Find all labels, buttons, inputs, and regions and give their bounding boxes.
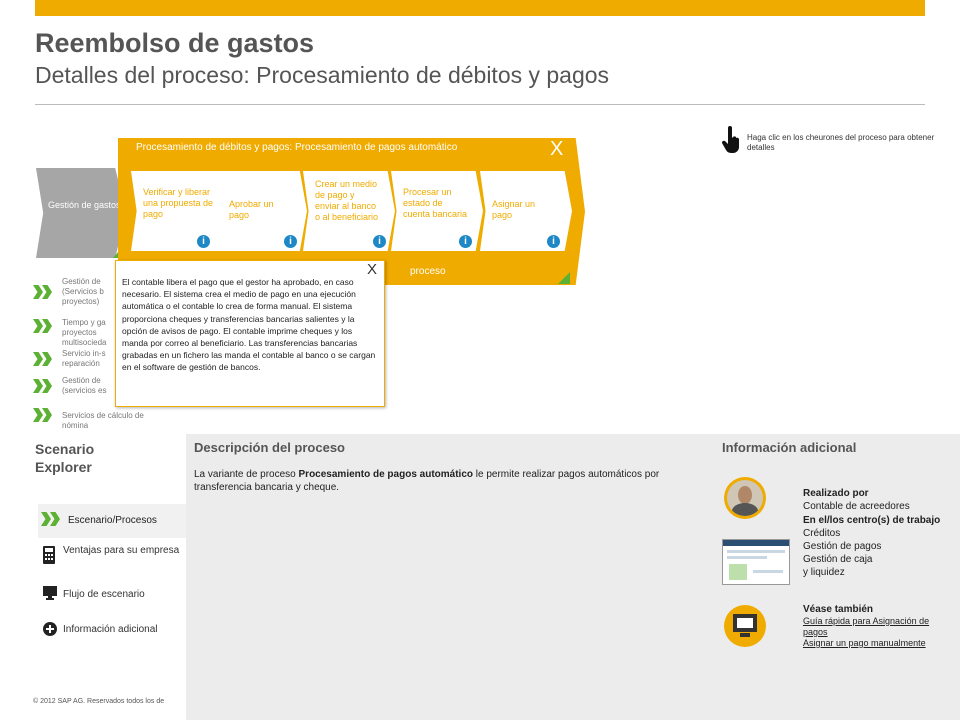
plus-circle-icon	[43, 622, 57, 636]
popup-text: El contable libera el pago que el gestor…	[122, 277, 376, 373]
user-avatar-icon	[724, 477, 766, 519]
menu-escenario-procesos[interactable]: Escenario/Procesos	[38, 504, 186, 538]
double-chevron-icon[interactable]	[33, 352, 53, 366]
menu-flujo[interactable]: Flujo de escenario	[38, 580, 186, 614]
work-centers-label: En el/los centro(s) de trabajo	[803, 515, 941, 526]
additional-info-heading: Información adicional	[722, 440, 857, 455]
info-icon[interactable]: i	[373, 235, 386, 248]
scenario-list-item[interactable]: Tiempo y ga proyectos multisocieda	[62, 318, 114, 348]
performed-by: Realizado por Contable de acreedores	[803, 487, 910, 513]
step-label: Asignar un pago	[492, 199, 536, 220]
description-variant-name: Procesamiento de pagos automático	[298, 469, 474, 480]
see-also-link-asignar[interactable]: Asignar un pago manualmente	[803, 638, 948, 649]
info-icon[interactable]: i	[547, 235, 560, 248]
performed-by-label: Realizado por	[803, 488, 869, 499]
scenario-list-item[interactable]: Servicios de cálculo de nómina	[62, 411, 152, 431]
description-heading: Descripción del proceso	[194, 440, 345, 455]
double-chevron-icon	[41, 512, 61, 526]
double-chevron-icon[interactable]	[33, 319, 53, 333]
header-divider	[35, 104, 925, 105]
copyright-footer: © 2012 SAP AG. Reservados todos los de	[33, 698, 165, 705]
step-label: Aprobar un pago	[229, 199, 274, 220]
description-text-part: La variante de proceso	[194, 469, 299, 480]
menu-info-adicional[interactable]: Información adicional	[38, 614, 186, 648]
panel-close-button[interactable]: X	[550, 138, 563, 161]
work-center-item: Gestión de pagos	[803, 541, 882, 552]
hint-text: Haga clic en los cheurones del proceso p…	[747, 133, 935, 152]
menu-label: Escenario/Procesos	[68, 515, 157, 526]
work-centers: En el/los centro(s) de trabajo Créditos …	[803, 514, 953, 579]
chevron-gestion-gastos[interactable]: Gestión de gastos	[36, 168, 126, 258]
step-label: Crear un medio de pago y enviar al banco…	[315, 179, 379, 222]
hand-pointer-icon	[722, 126, 739, 153]
step-chevron-verificar[interactable]: Verificar y liberar una propuesta de pag…	[131, 171, 225, 251]
chevron-label: Gestión de gastos	[48, 200, 121, 210]
see-also-link-guia[interactable]: Guía rápida para Asignación de pagos	[803, 616, 948, 638]
double-chevron-icon[interactable]	[33, 408, 53, 422]
page-title: Reembolso de gastos	[35, 28, 315, 58]
menu-label: Ventajas para su empresa	[63, 545, 180, 556]
step-label: Procesar un estado de cuenta bancaria	[403, 187, 468, 219]
double-chevron-icon[interactable]	[33, 379, 53, 393]
scenario-list-item[interactable]: Gestión de (Servicios b proyectos)	[62, 277, 114, 307]
see-also-label: Véase también	[803, 604, 874, 615]
monitor-icon	[724, 605, 766, 647]
page-subtitle: Detalles del proceso: Procesamiento de d…	[35, 62, 610, 88]
process-panel-bottom-label: proceso	[410, 266, 446, 277]
work-center-item: Gestión de caja y liquidez	[803, 554, 873, 578]
work-center-item: Créditos	[803, 528, 841, 539]
description-text: La variante de proceso Procesamiento de …	[194, 468, 694, 494]
info-icon[interactable]: i	[284, 235, 297, 248]
info-icon[interactable]: i	[197, 235, 210, 248]
menu-ventajas[interactable]: Ventajas para su empresa	[38, 542, 186, 576]
step-detail-popup: X El contable libera el pago que el gest…	[115, 260, 385, 407]
scenario-list-item[interactable]: Servicio in-s reparación	[62, 349, 114, 369]
calculator-icon	[43, 546, 55, 564]
info-icon[interactable]: i	[459, 235, 472, 248]
monitor-icon	[43, 586, 57, 600]
menu-label: Flujo de escenario	[63, 589, 145, 600]
top-accent-bar	[35, 0, 925, 16]
scenario-list-item[interactable]: Gestión de (servicios es	[62, 376, 114, 396]
process-panel-title: Procesamiento de débitos y pagos: Proces…	[136, 142, 458, 153]
see-also: Véase también Guía rápida para Asignació…	[803, 604, 948, 649]
menu-label: Información adicional	[63, 624, 158, 635]
work-center-screenshot-icon	[722, 539, 790, 585]
scenario-explorer-title: Scenario Explorer	[35, 440, 94, 476]
double-chevron-icon[interactable]	[33, 285, 53, 299]
scenario-explorer-title-line1: Scenario	[35, 441, 95, 457]
step-label: Verificar y liberar una propuesta de pag…	[143, 187, 214, 219]
scenario-explorer-title-line2: Explorer	[35, 459, 92, 475]
performed-by-value: Contable de acreedores	[803, 501, 910, 512]
